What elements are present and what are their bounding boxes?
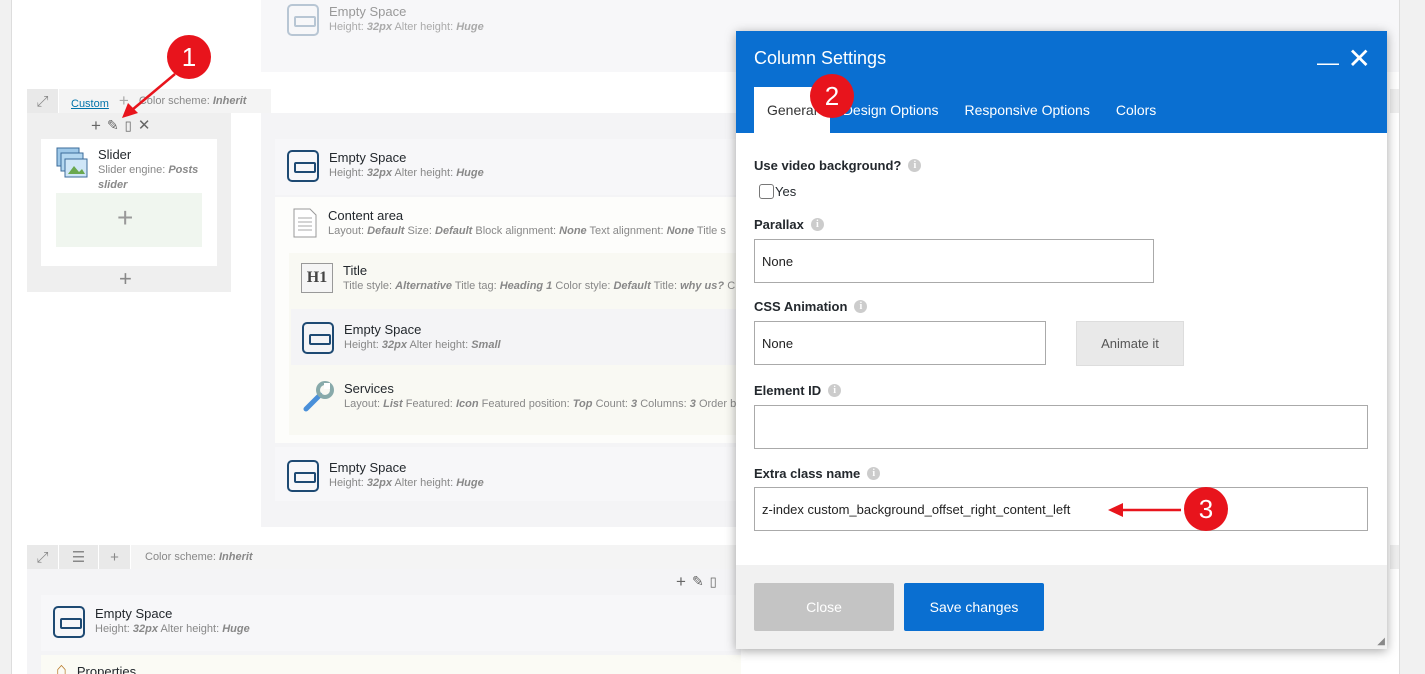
element-title[interactable]: H1 Title Title style: Alternative Title … <box>301 263 735 294</box>
element-empty-space-3[interactable]: Empty Space Height: 32px Alter height: H… <box>53 606 250 638</box>
add-element-bottom-icon[interactable]: + <box>119 266 132 292</box>
empty-space-icon <box>287 150 319 182</box>
row-expand-icon[interactable]: ⤢ <box>27 89 59 113</box>
right-page-gutter <box>1399 0 1425 674</box>
element-empty-space-2[interactable]: Empty Space Height: 32px Alter height: H… <box>287 460 484 492</box>
element-empty-space-top[interactable]: Empty Space Height: 32px Alter height: H… <box>287 4 484 36</box>
css-animation-label: CSS Animation i <box>754 299 868 314</box>
row-layout-icon[interactable]: ☰ <box>59 545 99 569</box>
close-icon[interactable]: ✕ <box>1348 45 1371 73</box>
close-button[interactable]: Close <box>754 583 894 631</box>
info-icon: i <box>854 300 868 313</box>
css-animation-select[interactable]: None <box>754 321 1046 365</box>
info-icon: i <box>810 218 824 231</box>
element-empty-space-1[interactable]: Empty Space Height: 32px Alter height: H… <box>287 150 484 182</box>
checkbox-box[interactable] <box>759 184 774 199</box>
video-bg-checkbox[interactable]: Yes <box>759 184 796 199</box>
edit-pencil-icon[interactable]: ✎ <box>692 573 704 590</box>
row-expand-icon[interactable]: ⤢ <box>27 545 59 569</box>
add-element-icon[interactable]: + <box>91 117 101 134</box>
annotation-arrow-3-icon <box>1108 503 1181 517</box>
extra-class-input[interactable]: z-index custom_background_offset_right_c… <box>754 487 1368 531</box>
document-icon <box>293 208 317 238</box>
modal-title: Column Settings <box>754 48 887 68</box>
heading-h1-icon: H1 <box>301 263 333 293</box>
slider-images-icon <box>56 147 88 178</box>
video-bg-label: Use video background? i <box>754 158 922 173</box>
info-icon: i <box>867 467 881 480</box>
animate-it-button[interactable]: Animate it <box>1076 321 1184 366</box>
info-icon: i <box>908 159 922 172</box>
add-element-icon[interactable]: + <box>676 573 686 590</box>
save-changes-button[interactable]: Save changes <box>904 583 1044 631</box>
row-toolbar-2: ⤢ ☰ + Color scheme: Inherit <box>27 545 737 569</box>
house-icon: ⌂ <box>56 659 67 674</box>
parallax-select[interactable]: None <box>754 239 1154 283</box>
element-properties[interactable]: ⌂ Properties <box>56 659 136 674</box>
color-scheme-label-2: Color scheme: Inherit <box>145 551 253 563</box>
empty-space-icon <box>302 322 334 354</box>
tab-colors[interactable]: Colors <box>1103 87 1169 133</box>
element-empty-space-small[interactable]: Empty Space Height: 32px Alter height: S… <box>302 322 501 354</box>
extra-class-label: Extra class name i <box>754 466 881 481</box>
custom-layout-link[interactable]: Custom <box>71 98 109 110</box>
minimize-icon[interactable]: — <box>1317 52 1339 74</box>
empty-space-icon <box>287 4 319 36</box>
add-to-slider-icon[interactable]: + <box>117 202 133 234</box>
element-id-label: Element ID i <box>754 383 842 398</box>
annotation-badge-2: 2 <box>810 74 854 118</box>
element-slider[interactable]: Slider Slider engine: Posts slider <box>56 147 198 193</box>
element-id-input[interactable] <box>754 405 1368 449</box>
edit-pencil-icon[interactable]: ✎ <box>107 117 119 134</box>
empty-space-icon <box>287 460 319 492</box>
annotation-badge-3: 3 <box>1184 487 1228 531</box>
tab-responsive-options[interactable]: Responsive Options <box>952 87 1103 133</box>
column-controls-2: + ✎ ▯ <box>676 573 717 590</box>
add-column-icon[interactable]: + <box>99 545 131 569</box>
left-page-gutter <box>0 0 12 674</box>
info-icon: i <box>828 384 842 397</box>
parallax-label: Parallax i <box>754 217 824 232</box>
element-content-area[interactable]: Content area Layout: Default Size: Defau… <box>292 208 726 239</box>
modal-footer: Close Save changes <box>736 565 1387 649</box>
column-settings-modal: Column Settings — ✕ General Design Optio… <box>736 31 1387 649</box>
annotation-arrow-1-icon <box>122 73 176 118</box>
element-services[interactable]: Services Layout: List Featured: Icon Fea… <box>302 381 736 413</box>
empty-space-icon <box>53 606 85 638</box>
resize-handle-icon[interactable]: ◢ <box>1377 636 1385 647</box>
clone-icon[interactable]: ▯ <box>710 573 717 590</box>
wrench-icon <box>303 381 334 412</box>
